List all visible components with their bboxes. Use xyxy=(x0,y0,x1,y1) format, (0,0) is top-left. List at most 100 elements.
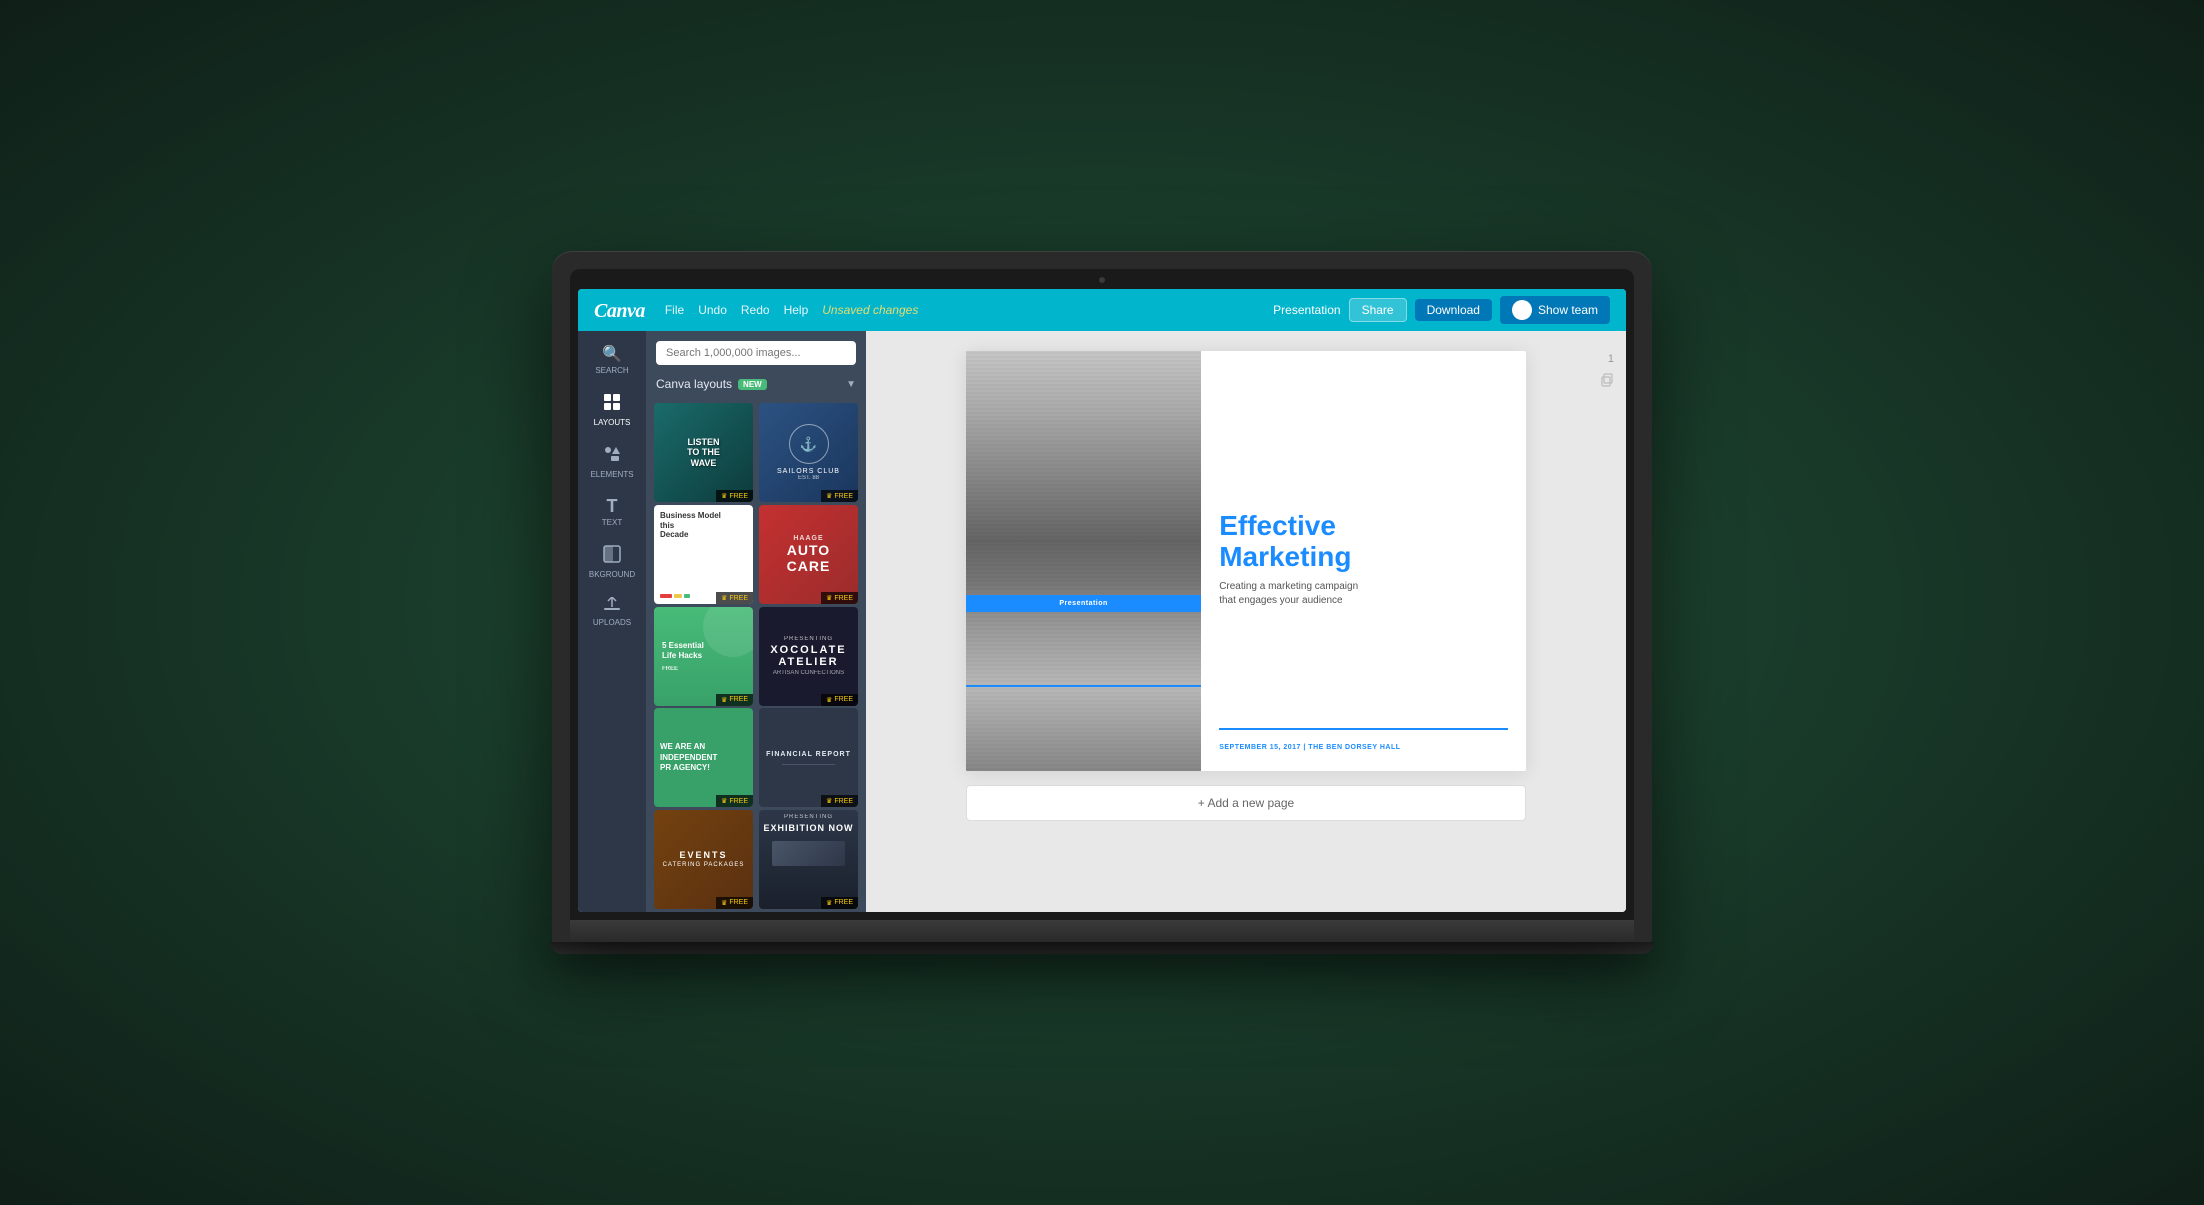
template-exhibition-badge: ♛FREE xyxy=(821,897,858,909)
toolbar-nav: File Undo Redo Help Unsaved changes xyxy=(665,303,918,317)
sidebar-uploads-label: UPLOADS xyxy=(593,618,631,627)
template-business-preview: Business ModelthisDecade xyxy=(654,505,753,604)
template-exhibition[interactable]: PRESENTING EXHIBITION NOW ♛FREE xyxy=(759,810,858,909)
presentation-slide: Presentation Effective xyxy=(966,351,1526,771)
slide-tag-overlay: Presentation xyxy=(966,595,1201,612)
crown-icon: ♛ xyxy=(826,899,832,907)
avatar xyxy=(1512,300,1532,320)
template-pragency-badge: ♛FREE xyxy=(716,795,753,807)
canvas-area: 1 xyxy=(866,331,1626,911)
slide-background-image xyxy=(966,351,1201,771)
file-menu[interactable]: File xyxy=(665,303,684,317)
crown-icon: ♛ xyxy=(721,492,727,500)
slide-title: Effective Marketing xyxy=(1219,511,1508,573)
laptop-wrapper: Canva File Undo Redo Help Unsaved change… xyxy=(552,251,1652,953)
slide-blue-divider xyxy=(966,685,1201,688)
search-icon: 🔍 xyxy=(602,347,622,363)
slide-bottom-divider xyxy=(1219,728,1508,731)
template-autocare[interactable]: HAAGE AUTOCARE ♛FREE xyxy=(759,505,858,604)
template-lifehacks[interactable]: 5 EssentialLife Hacks FREE ♛FREE xyxy=(654,607,753,706)
crown-icon: ♛ xyxy=(721,594,727,602)
template-business-badge: ♛FREE xyxy=(716,592,753,604)
new-badge: NEW xyxy=(738,379,767,390)
duplicate-icon[interactable] xyxy=(1600,373,1614,390)
slide-content-column: Effective Marketing Creating a marketing… xyxy=(1201,351,1526,771)
template-nocolate[interactable]: PRESENTING XOCOLATEATELIER ARTISAN CONFE… xyxy=(759,607,858,706)
slide-image-column: Presentation xyxy=(966,351,1201,771)
search-input[interactable] xyxy=(656,341,856,365)
template-listen-badge: ♛FREE xyxy=(716,490,753,502)
crown-icon: ♛ xyxy=(826,594,832,602)
landscape-svg xyxy=(966,351,1201,771)
canva-app: Canva File Undo Redo Help Unsaved change… xyxy=(578,289,1626,911)
show-team-button[interactable]: Show team xyxy=(1500,296,1610,324)
presentation-label: Presentation xyxy=(1273,303,1340,317)
layouts-label: Canva layouts xyxy=(656,377,732,391)
crown-icon: ♛ xyxy=(721,899,727,907)
template-sailors-badge: ♛FREE xyxy=(821,490,858,502)
template-nocolate-preview: PRESENTING XOCOLATEATELIER ARTISAN CONFE… xyxy=(759,607,858,706)
toolbar-right: Presentation Share Download Show team xyxy=(1273,296,1610,324)
template-business[interactable]: Business ModelthisDecade ♛FREE xyxy=(654,505,753,604)
template-lifehacks-preview: 5 EssentialLife Hacks FREE xyxy=(654,607,753,706)
undo-button[interactable]: Undo xyxy=(698,303,727,317)
crown-icon: ♛ xyxy=(826,696,832,704)
toolbar: Canva File Undo Redo Help Unsaved change… xyxy=(578,289,1626,331)
sidebar-item-layouts[interactable]: LAYOUTS xyxy=(578,385,646,435)
sidebar: 🔍 SEARCH LAYOUTS xyxy=(578,331,646,911)
crown-icon: ♛ xyxy=(826,797,832,805)
template-events[interactable]: EVENTS CATERING PACKAGES ♛FREE xyxy=(654,810,753,909)
template-autocare-preview: HAAGE AUTOCARE xyxy=(759,505,858,604)
layouts-header: Canva layouts NEW ▼ xyxy=(646,371,866,397)
template-nocolate-badge: ♛FREE xyxy=(821,694,858,706)
sidebar-item-text[interactable]: T TEXT xyxy=(578,489,646,535)
main-content: 🔍 SEARCH LAYOUTS xyxy=(578,331,1626,911)
template-sailors-preview: ⚓ SAILORS CLUB EST. 88 xyxy=(759,403,858,502)
search-bar-area xyxy=(646,331,866,371)
layouts-icon xyxy=(603,393,621,415)
template-listen[interactable]: LISTENTO THEWAVE ♛FREE xyxy=(654,403,753,502)
canva-logo: Canva xyxy=(594,295,645,326)
template-autocare-badge: ♛FREE xyxy=(821,592,858,604)
template-lifehacks-badge: ♛FREE xyxy=(716,694,753,706)
elements-icon xyxy=(603,445,621,467)
sidebar-search-label: SEARCH xyxy=(595,366,628,375)
download-button[interactable]: Download xyxy=(1415,299,1492,321)
sidebar-item-elements[interactable]: ELEMENTS xyxy=(578,437,646,487)
template-events-badge: ♛FREE xyxy=(716,897,753,909)
uploads-icon xyxy=(603,597,621,615)
background-icon xyxy=(603,545,621,567)
crown-icon: ♛ xyxy=(826,492,832,500)
sidebar-bkground-label: BKGROUND xyxy=(589,570,635,579)
laptop-bottom xyxy=(550,942,1654,954)
screen-bezel: Canva File Undo Redo Help Unsaved change… xyxy=(570,269,1634,919)
left-panel: Canva layouts NEW ▼ LISTENTO THEWAVE xyxy=(646,331,866,911)
share-button[interactable]: Share xyxy=(1349,298,1407,322)
help-menu[interactable]: Help xyxy=(784,303,809,317)
add-page-button[interactable]: + Add a new page xyxy=(966,785,1526,821)
sidebar-elements-label: ELEMENTS xyxy=(590,470,633,479)
sidebar-item-search[interactable]: 🔍 SEARCH xyxy=(578,339,646,383)
sidebar-item-background[interactable]: BKGROUND xyxy=(578,537,646,587)
template-pragency[interactable]: WE ARE ANINDEPENDENTPR AGENCY! ♛FREE xyxy=(654,708,753,807)
slide-subtitle: Creating a marketing campaignthat engage… xyxy=(1219,580,1508,608)
template-sailors[interactable]: ⚓ SAILORS CLUB EST. 88 ♛FREE xyxy=(759,403,858,502)
template-pragency-preview: WE ARE ANINDEPENDENTPR AGENCY! xyxy=(654,708,753,807)
sidebar-item-uploads[interactable]: UPLOADS xyxy=(578,589,646,635)
crown-icon: ♛ xyxy=(721,797,727,805)
page-number: 1 xyxy=(1608,353,1614,365)
slide-date: SEPTEMBER 15, 2017 | THE BEN DORSEY HALL xyxy=(1219,744,1508,757)
template-exhibition-preview: PRESENTING EXHIBITION NOW xyxy=(759,810,858,909)
sidebar-text-label: TEXT xyxy=(602,518,622,527)
unsaved-indicator: Unsaved changes xyxy=(822,303,918,317)
laptop-frame: Canva File Undo Redo Help Unsaved change… xyxy=(552,251,1652,941)
template-financial[interactable]: FINANCIAL REPORT ♛FREE xyxy=(759,708,858,807)
app-screen: Canva File Undo Redo Help Unsaved change… xyxy=(578,289,1626,911)
sidebar-layouts-label: LAYOUTS xyxy=(594,418,631,427)
template-financial-badge: ♛FREE xyxy=(821,795,858,807)
text-icon: T xyxy=(607,497,618,515)
templates-grid: LISTENTO THEWAVE ♛FREE ⚓ xyxy=(646,397,866,911)
redo-button[interactable]: Redo xyxy=(741,303,770,317)
camera xyxy=(1099,277,1105,283)
layouts-dropdown-arrow[interactable]: ▼ xyxy=(846,379,856,390)
